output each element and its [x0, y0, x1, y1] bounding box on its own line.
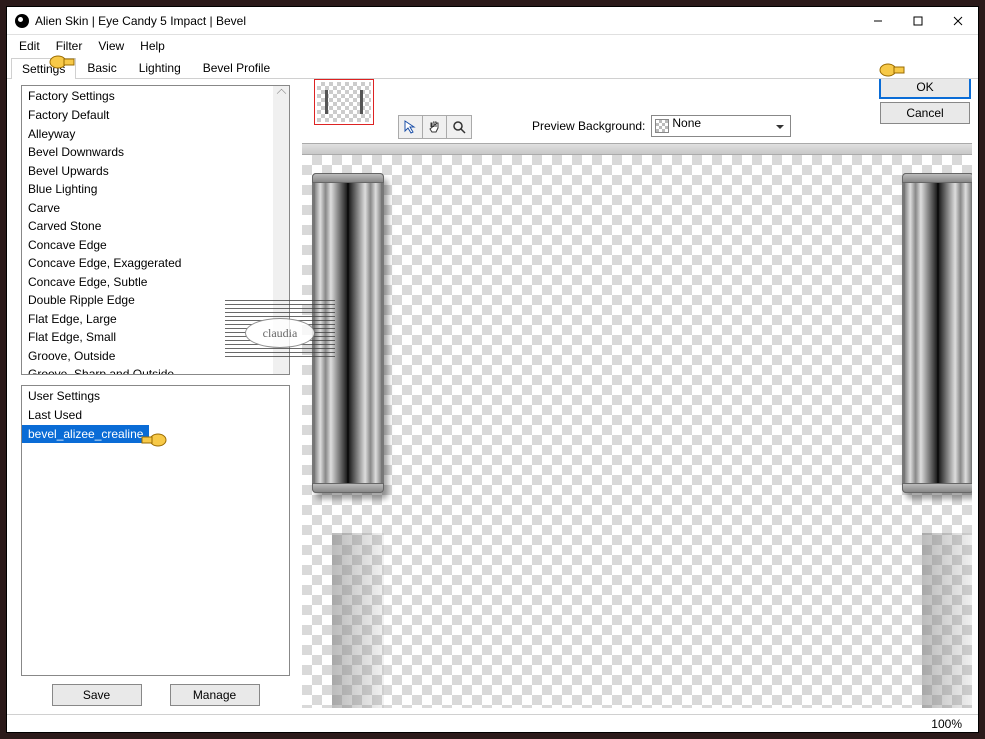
tab-settings[interactable]: Settings: [11, 58, 76, 79]
list-item[interactable]: Flat Edge, Large: [22, 310, 289, 329]
status-bar: 100%: [7, 714, 978, 732]
factory-settings-list[interactable]: Factory Settings Factory Default Alleywa…: [21, 85, 290, 375]
move-tool-icon[interactable]: [399, 116, 423, 138]
menu-edit[interactable]: Edit: [11, 37, 48, 55]
manage-button[interactable]: Manage: [170, 684, 260, 706]
zoom-level: 100%: [931, 717, 962, 731]
list-item[interactable]: Groove, Outside: [22, 347, 289, 366]
hand-tool-icon[interactable]: [423, 116, 447, 138]
preview-thumbnail[interactable]: [314, 79, 374, 125]
save-button[interactable]: Save: [52, 684, 142, 706]
list-item[interactable]: Alleyway: [22, 125, 289, 144]
settings-panel: Factory Settings Factory Default Alleywa…: [7, 79, 302, 714]
preview-canvas[interactable]: [302, 143, 972, 708]
list-item[interactable]: Last Used: [22, 406, 289, 425]
ok-button[interactable]: OK: [880, 79, 970, 98]
window-title: Alien Skin | Eye Candy 5 Impact | Bevel: [35, 14, 858, 28]
tab-bevel-profile[interactable]: Bevel Profile: [192, 57, 281, 78]
preview-bg-label: Preview Background:: [532, 119, 645, 133]
zoom-tool-icon[interactable]: [447, 116, 471, 138]
titlebar: Alien Skin | Eye Candy 5 Impact | Bevel: [7, 7, 978, 35]
list-item[interactable]: Bevel Upwards: [22, 162, 289, 181]
menu-help[interactable]: Help: [132, 37, 173, 55]
tab-strip: Settings Basic Lighting Bevel Profile: [7, 57, 978, 79]
preview-bg-value: None: [672, 116, 701, 130]
preview-bg-select[interactable]: None: [651, 115, 791, 137]
tab-basic[interactable]: Basic: [76, 57, 127, 78]
tab-lighting[interactable]: Lighting: [128, 57, 192, 78]
list-item[interactable]: Carve: [22, 199, 289, 218]
list-item[interactable]: Blue Lighting: [22, 180, 289, 199]
menubar: Edit Filter View Help: [7, 35, 978, 57]
menu-filter[interactable]: Filter: [48, 37, 91, 55]
maximize-button[interactable]: [898, 7, 938, 35]
list-item[interactable]: Groove, Sharp and Outside: [22, 365, 289, 375]
preview-object: [312, 173, 402, 493]
list-item[interactable]: Factory Default: [22, 106, 289, 125]
preview-object: [902, 173, 972, 493]
menu-view[interactable]: View: [90, 37, 132, 55]
list-item[interactable]: Flat Edge, Small: [22, 328, 289, 347]
cancel-button[interactable]: Cancel: [880, 102, 970, 124]
close-button[interactable]: [938, 7, 978, 35]
app-window: Alien Skin | Eye Candy 5 Impact | Bevel …: [6, 6, 979, 733]
app-icon: [15, 14, 29, 28]
list-item[interactable]: Bevel Downwards: [22, 143, 289, 162]
list-item[interactable]: Concave Edge: [22, 236, 289, 255]
list-item[interactable]: Concave Edge, Subtle: [22, 273, 289, 292]
scrollbar[interactable]: [273, 86, 289, 374]
factory-settings-header: Factory Settings: [22, 86, 289, 106]
list-item[interactable]: Carved Stone: [22, 217, 289, 236]
preview-panel: Preview Background: None OK Cancel: [302, 79, 978, 714]
user-settings-header: User Settings: [22, 386, 289, 406]
list-item[interactable]: Double Ripple Edge: [22, 291, 289, 310]
user-settings-list[interactable]: User Settings Last Used bevel_alizee_cre…: [21, 385, 290, 676]
list-item-selected[interactable]: bevel_alizee_crealine: [22, 425, 149, 444]
list-item[interactable]: Concave Edge, Exaggerated: [22, 254, 289, 273]
minimize-button[interactable]: [858, 7, 898, 35]
